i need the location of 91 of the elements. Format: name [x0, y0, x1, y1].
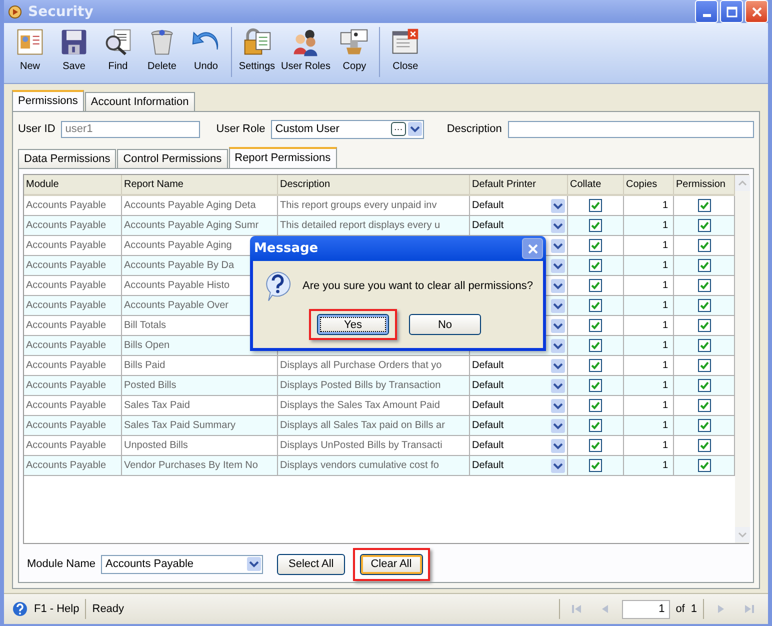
table-cell: Default	[472, 400, 504, 411]
column-header[interactable]: Collate	[568, 175, 624, 194]
field-label: Module Name	[27, 558, 96, 570]
table-cell: Accounts Payable	[24, 256, 122, 275]
column-header[interactable]: Report Name	[122, 175, 278, 194]
table-cell: 1	[624, 336, 674, 355]
toolbar-button[interactable]: Delete	[140, 25, 184, 72]
toolbar-button[interactable]: Copy	[332, 25, 376, 72]
table-cell: Default	[472, 360, 504, 371]
table-cell: 1	[624, 216, 674, 235]
user-role-field[interactable]: Custom User ···	[271, 120, 424, 138]
column-header[interactable]: Description	[278, 175, 470, 194]
browse-button[interactable]: ···	[390, 122, 406, 136]
table-cell: Accounts Payable	[24, 216, 122, 235]
table-cell: Sales Tax Paid Summary	[122, 416, 278, 435]
table-cell: Bills Paid	[122, 356, 278, 375]
table-cell: 1	[624, 196, 674, 215]
column-header[interactable]: Module	[24, 175, 122, 194]
toolbar-button[interactable]: Settings	[235, 25, 279, 72]
module-name-dropdown[interactable]: Accounts Payable	[101, 554, 264, 574]
user-id-field[interactable]: user1	[61, 120, 200, 138]
tab[interactable]: Report Permissions	[228, 147, 337, 168]
table-cell: Default	[472, 440, 504, 451]
table-cell: 1	[624, 236, 674, 255]
tab[interactable]: Control Permissions	[117, 149, 228, 168]
table-cell: Default	[472, 460, 504, 471]
help-text: F1 - Help	[34, 603, 80, 615]
table-cell: Default	[472, 380, 504, 391]
table-cell: 1	[624, 436, 674, 455]
table-cell: Accounts Payable	[24, 336, 122, 355]
table-cell: Displays Posted Bills by Transaction	[278, 376, 470, 395]
table-cell: Displays all Purchase Orders that yo	[278, 356, 470, 375]
table-cell: Default	[472, 200, 504, 211]
toolbar-button[interactable]: Undo	[184, 25, 228, 72]
table-cell: Vendor Purchases By Item No	[122, 456, 278, 475]
toolbar-button[interactable]: Save	[52, 25, 96, 72]
table-cell: Accounts Payable	[24, 296, 122, 315]
table-cell: Accounts Payable	[24, 236, 122, 255]
toolbar-button[interactable]: User Roles	[279, 25, 332, 72]
table-cell: Accounts Payable	[24, 276, 122, 295]
table-cell: Accounts Payable	[24, 356, 122, 375]
table-cell: 1	[624, 416, 674, 435]
column-header[interactable]: Default Printer	[470, 175, 568, 194]
table-cell: Accounts Payable	[24, 396, 122, 415]
field-label: Description	[446, 123, 502, 135]
table-cell: Displays UnPosted Bills by Transacti	[278, 436, 470, 455]
status-text: Ready	[92, 603, 124, 615]
table-cell: Default	[472, 420, 504, 431]
table-cell: Accounts Payable Aging Sumr	[122, 216, 278, 235]
tab[interactable]: Permissions	[12, 90, 84, 111]
table-cell: 1	[624, 376, 674, 395]
table-cell: This report groups every unpaid inv	[278, 196, 470, 215]
table-cell: Accounts Payable	[24, 436, 122, 455]
table-cell: This detailed report displays every u	[278, 216, 470, 235]
tab[interactable]: Account Information	[84, 92, 195, 111]
button[interactable]: No	[409, 314, 481, 335]
window-title: Security	[28, 4, 94, 20]
table-cell: Displays the Sales Tax Amount Paid	[278, 396, 470, 415]
table-cell: Accounts Payable	[24, 196, 122, 215]
button[interactable]: Select All	[277, 554, 345, 574]
toolbar-button[interactable]: Find	[96, 25, 140, 72]
field-label: User ID	[18, 123, 56, 135]
page-of-label: of	[676, 603, 685, 615]
table-cell: Default	[472, 220, 504, 231]
button[interactable]: Clear All	[360, 554, 423, 574]
table-cell: Displays vendors cumulative cost fo	[278, 456, 470, 475]
field-label: User Role	[216, 123, 266, 135]
table-cell: Displays all Sales Tax paid on Bills ar	[278, 416, 470, 435]
table-cell: Sales Tax Paid	[122, 396, 278, 415]
table-cell: Posted Bills	[122, 376, 278, 395]
page-count: 1	[690, 603, 697, 615]
table-cell: 1	[624, 356, 674, 375]
table-cell: 1	[624, 256, 674, 275]
tab[interactable]: Data Permissions	[18, 149, 116, 168]
table-cell: 1	[624, 276, 674, 295]
table-cell: Accounts Payable	[24, 456, 122, 475]
table-cell: Accounts Payable	[24, 316, 122, 335]
toolbar-button[interactable]: Close	[383, 25, 428, 72]
toolbar-button[interactable]: New	[8, 25, 52, 72]
table-cell: Accounts Payable	[24, 416, 122, 435]
table-cell: 1	[624, 316, 674, 335]
column-header[interactable]: Copies	[624, 175, 674, 194]
table-cell: 1	[624, 296, 674, 315]
table-cell: Accounts Payable Aging Deta	[122, 196, 278, 215]
button[interactable]: Yes	[317, 314, 389, 335]
table-cell: 1	[624, 456, 674, 475]
table-cell: Accounts Payable	[24, 376, 122, 395]
page-number-field[interactable]: 1	[622, 600, 670, 618]
table-cell: Unposted Bills	[122, 436, 278, 455]
table-cell: 1	[624, 396, 674, 415]
dialog-message: Are you sure you want to clear all permissions?	[302, 280, 533, 292]
